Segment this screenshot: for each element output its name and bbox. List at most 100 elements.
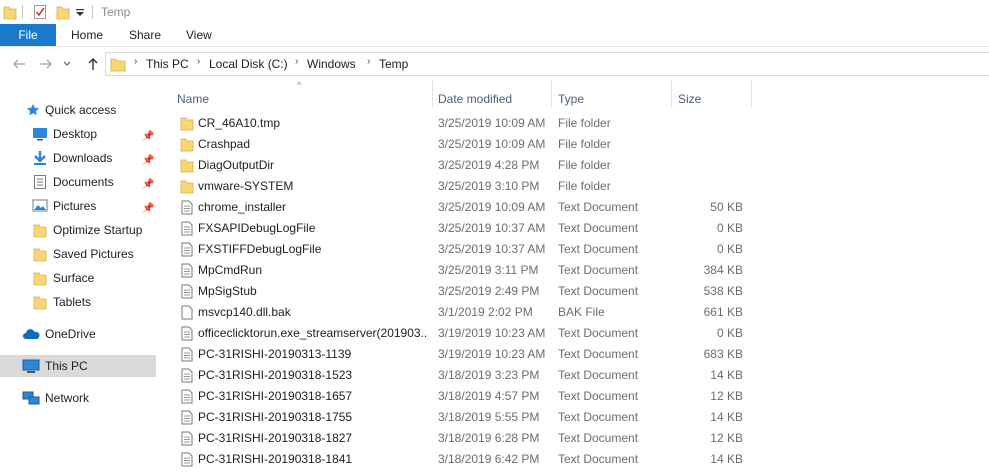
network-icon — [22, 391, 40, 405]
pin-icon[interactable]: 📌 — [142, 150, 154, 172]
chevron-right-icon[interactable]: › — [197, 56, 200, 67]
tab-file[interactable]: File — [0, 24, 56, 46]
chevron-right-icon[interactable]: › — [134, 56, 137, 67]
column-divider[interactable] — [751, 80, 752, 108]
file-size: 50 KB — [710, 200, 743, 214]
file-row[interactable]: PC-31RISHI-20190313-1139 3/19/2019 10:23 … — [160, 344, 989, 365]
address-bar[interactable]: › This PC › Local Disk (C:) › Windows › … — [105, 52, 989, 76]
file-date: 3/25/2019 10:09 AM — [438, 116, 546, 130]
computer-icon — [22, 359, 40, 373]
nav-item-documents[interactable]: Documents 📌 — [0, 171, 158, 193]
file-date: 3/1/2019 2:02 PM — [438, 305, 533, 319]
new-folder-icon[interactable] — [56, 4, 70, 20]
nav-label: Desktop — [53, 127, 98, 141]
text-document-icon — [180, 410, 194, 425]
file-type: File folder — [558, 116, 611, 130]
file-type: Text Document — [558, 431, 639, 445]
breadcrumb-windows[interactable]: Windows — [307, 57, 356, 71]
file-name: msvcp140.dll.bak — [198, 305, 291, 319]
column-header-type[interactable]: Type — [558, 86, 670, 112]
file-row[interactable]: MpCmdRun 3/25/2019 3:11 PM Text Document 38… — [160, 260, 989, 281]
pin-icon[interactable]: 📌 — [142, 198, 154, 220]
text-document-icon — [180, 200, 194, 215]
file-date: 3/25/2019 2:49 PM — [438, 284, 540, 298]
file-row[interactable]: Crashpad 3/25/2019 10:09 AM File folder — [160, 134, 989, 155]
file-name: vmware-SYSTEM — [198, 179, 294, 193]
file-row[interactable]: officeclicktorun.exe_streamserver(201903… — [160, 323, 989, 344]
file-row[interactable]: FXSTIFFDebugLogFile 3/25/2019 10:37 AM Tex… — [160, 239, 989, 260]
chevron-right-icon[interactable]: › — [295, 56, 298, 67]
file-row[interactable]: PC-31RISHI-20190318-1657 3/18/2019 4:57 P… — [160, 386, 989, 407]
nav-item-downloads[interactable]: Downloads 📌 — [0, 147, 158, 169]
breadcrumb-temp[interactable]: Temp — [379, 57, 408, 71]
pin-icon[interactable]: 📌 — [142, 126, 154, 148]
file-row[interactable]: msvcp140.dll.bak 3/1/2019 2:02 PM BAK File… — [160, 302, 989, 323]
file-row[interactable]: chrome_installer 3/25/2019 10:09 AM Text D… — [160, 197, 989, 218]
forward-arrow-icon[interactable] — [38, 56, 54, 72]
column-divider[interactable] — [432, 80, 433, 108]
file-type: Text Document — [558, 242, 639, 256]
properties-icon[interactable] — [33, 4, 47, 20]
file-row[interactable]: DiagOutputDir 3/25/2019 4:28 PM File folde… — [160, 155, 989, 176]
file-size: 384 KB — [703, 263, 743, 277]
nav-quick-access[interactable]: Quick access — [0, 99, 158, 121]
file-date: 3/18/2019 5:55 PM — [438, 410, 540, 424]
breadcrumb-this-pc[interactable]: This PC — [146, 57, 189, 71]
nav-label: This PC — [45, 359, 88, 373]
file-size: 0 KB — [716, 221, 743, 235]
file-name: PC-31RISHI-20190318-1841 — [198, 452, 353, 466]
column-divider[interactable] — [551, 80, 552, 108]
nav-item-saved-pictures[interactable]: Saved Pictures — [0, 243, 158, 265]
column-header-size[interactable]: Size — [678, 86, 750, 112]
nav-item-surface[interactable]: Surface — [0, 267, 158, 289]
star-icon — [27, 104, 39, 116]
file-row[interactable]: CR_46A10.tmp 3/25/2019 10:09 AM File folde… — [160, 113, 989, 134]
nav-item-tablets[interactable]: Tablets — [0, 291, 158, 313]
text-document-icon — [180, 284, 194, 299]
column-divider[interactable] — [671, 80, 672, 108]
nav-item-optimize-startup[interactable]: Optimize Startup — [0, 219, 158, 241]
breadcrumb-local-disk[interactable]: Local Disk (C:) — [209, 57, 288, 71]
file-name: officeclicktorun.exe_streamserver(201903… — [198, 326, 428, 340]
column-header-name[interactable]: Name — [177, 86, 432, 112]
nav-onedrive[interactable]: OneDrive — [0, 323, 158, 345]
file-date: 3/25/2019 10:09 AM — [438, 200, 546, 214]
file-size: 683 KB — [703, 347, 743, 361]
nav-label: Optimize Startup — [53, 223, 143, 237]
title-bar: Temp — [0, 0, 989, 24]
cloud-icon — [23, 329, 40, 339]
file-icon — [180, 305, 194, 320]
file-row[interactable]: PC-31RISHI-20190318-1827 3/18/2019 6:28 P… — [160, 428, 989, 449]
column-header-date[interactable]: Date modified — [438, 86, 550, 112]
tab-home[interactable]: Home — [57, 24, 117, 46]
file-row[interactable]: FXSAPIDebugLogFile 3/25/2019 10:37 AM Text… — [160, 218, 989, 239]
tab-share[interactable]: Share — [115, 24, 175, 46]
downloads-icon — [34, 151, 46, 165]
folder-icon — [33, 272, 47, 286]
file-row[interactable]: vmware-SYSTEM 3/25/2019 3:10 PM File folde… — [160, 176, 989, 197]
nav-item-pictures[interactable]: Pictures 📌 — [0, 195, 158, 217]
nav-this-pc[interactable]: This PC — [0, 355, 156, 377]
chevron-right-icon[interactable]: › — [367, 56, 370, 67]
tab-view[interactable]: View — [172, 24, 226, 46]
nav-network[interactable]: Network — [0, 387, 158, 409]
customize-quick-access-icon[interactable] — [75, 4, 85, 20]
up-arrow-icon[interactable] — [85, 56, 101, 72]
file-row[interactable]: MpSigStub 3/25/2019 2:49 PM Text Document 5… — [160, 281, 989, 302]
text-document-icon — [180, 326, 194, 341]
pin-icon[interactable]: 📌 — [142, 174, 154, 196]
file-row[interactable]: PC-31RISHI-20190318-1523 3/18/2019 3:23 P… — [160, 365, 989, 386]
file-date: 3/25/2019 4:28 PM — [438, 158, 540, 172]
file-name: Crashpad — [198, 137, 251, 151]
text-document-icon — [180, 389, 194, 404]
file-type: Text Document — [558, 284, 639, 298]
nav-item-desktop[interactable]: Desktop 📌 — [0, 123, 158, 145]
file-size: 0 KB — [716, 242, 743, 256]
file-row[interactable]: PC-31RISHI-20190318-1755 3/18/2019 5:55 P… — [160, 407, 989, 428]
file-row[interactable]: PC-31RISHI-20190318-1841 3/18/2019 6:42 P… — [160, 449, 989, 470]
recent-locations-icon[interactable] — [62, 56, 78, 72]
file-type: Text Document — [558, 200, 639, 214]
back-arrow-icon[interactable] — [11, 56, 27, 72]
file-date: 3/19/2019 10:23 AM — [438, 326, 546, 340]
text-document-icon — [180, 221, 194, 236]
